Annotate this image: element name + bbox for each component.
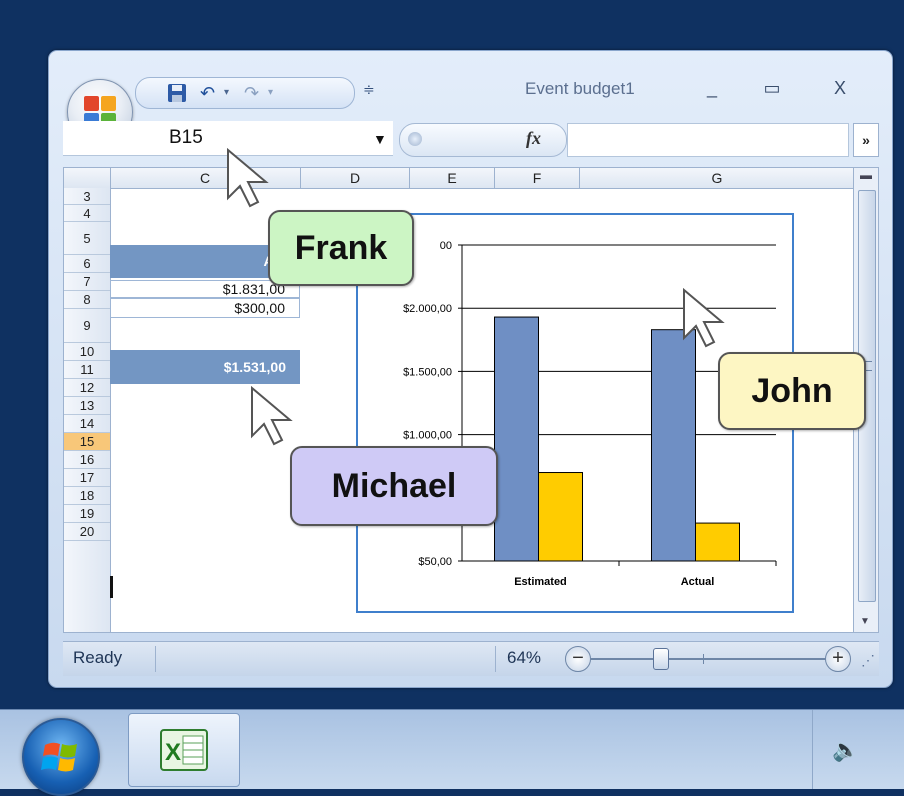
scroll-down-icon[interactable]: ▼: [860, 616, 870, 627]
chart-bar: [494, 316, 539, 562]
row-header[interactable]: 7: [64, 273, 110, 291]
row-header[interactable]: 12: [64, 379, 110, 397]
row-header[interactable]: 15: [64, 433, 110, 451]
active-cell-marker: [110, 576, 113, 598]
undo-icon[interactable]: ↶: [200, 82, 215, 104]
cell-c7[interactable]: $300,00: [110, 298, 300, 318]
column-header-e[interactable]: E: [410, 168, 495, 188]
close-button[interactable]: X: [825, 73, 855, 103]
formula-bar: B15 ▼ fx »: [63, 121, 879, 157]
collaborator-label-michael: Michael: [290, 446, 498, 526]
row-header[interactable]: 19: [64, 505, 110, 523]
row-header[interactable]: 3: [64, 188, 110, 205]
column-header-f[interactable]: F: [495, 168, 580, 188]
scroll-up-icon[interactable]: ▬: [856, 168, 876, 184]
name-box-value: B15: [169, 127, 203, 148]
status-text: Ready: [73, 648, 123, 667]
zoom-slider-thumb[interactable]: [653, 648, 669, 670]
row-header[interactable]: 13: [64, 397, 110, 415]
column-headers: C D E F G: [64, 168, 854, 189]
expand-formula-bar-button[interactable]: »: [853, 123, 879, 157]
window-title: Event budget1: [525, 79, 635, 98]
row-header[interactable]: 6: [64, 255, 110, 273]
collaborator-label-frank: Frank: [268, 210, 414, 286]
windows-logo-icon: [41, 742, 77, 772]
customize-qat-icon[interactable]: ≑: [363, 81, 375, 98]
row-header[interactable]: 8: [64, 291, 110, 309]
redo-dropdown-icon[interactable]: ▾: [268, 82, 273, 104]
start-button[interactable]: [22, 718, 100, 796]
cell-c9[interactable]: $1.531,00: [110, 350, 300, 384]
maximize-button[interactable]: ▭: [757, 73, 787, 103]
column-header-d[interactable]: D: [301, 168, 410, 188]
chart-y-tick-label: 00: [440, 240, 452, 252]
row-header[interactable]: 11: [64, 361, 110, 379]
michael-cursor-icon: [251, 386, 293, 446]
chart-bar: [538, 472, 583, 562]
chart-category-label: Actual: [681, 576, 715, 588]
column-header-g[interactable]: G: [580, 168, 854, 188]
redo-icon[interactable]: ↷: [244, 82, 259, 104]
formula-tools: fx: [399, 123, 567, 157]
chart-y-tick-label: $1.000,00: [403, 430, 452, 442]
save-icon[interactable]: [166, 82, 188, 104]
insert-function-button[interactable]: fx: [526, 128, 541, 149]
row-header[interactable]: 5: [64, 222, 110, 255]
speaker-icon[interactable]: 🔈: [832, 737, 859, 763]
chart-y-tick-label: $2.000,00: [403, 303, 452, 315]
john-cursor-icon: [683, 288, 725, 348]
collaborator-label-john: John: [718, 352, 866, 430]
zoom-out-button[interactable]: −: [565, 646, 591, 672]
minimize-button[interactable]: _: [697, 73, 727, 103]
formula-input[interactable]: [567, 123, 849, 157]
frank-cursor-icon: [227, 148, 269, 208]
row-header[interactable]: 17: [64, 469, 110, 487]
row-header[interactable]: 9: [64, 309, 110, 343]
status-divider: [155, 646, 156, 672]
row-headers: 3 4 5 6 7 8 9 10 11 12 13 14 15 16 17 18 19 20: [64, 188, 111, 632]
zoom-center-tick: [703, 654, 704, 664]
row-header[interactable]: 14: [64, 415, 110, 433]
row-header[interactable]: 4: [64, 205, 110, 222]
svg-text:X: X: [165, 739, 181, 766]
chart-y-tick-label: $1.500,00: [403, 366, 452, 378]
resize-grip-icon[interactable]: ⋰: [861, 652, 875, 669]
excel-icon: X: [160, 729, 208, 771]
zoom-slider-track[interactable]: [591, 658, 827, 660]
select-all-corner[interactable]: [64, 168, 111, 188]
quick-access-toolbar: ↶ ▾ ↷ ▾: [135, 77, 355, 109]
row-header[interactable]: 18: [64, 487, 110, 505]
taskbar: X 🔈: [0, 709, 904, 796]
undo-dropdown-icon[interactable]: ▾: [224, 82, 229, 104]
resize-handle-icon[interactable]: [408, 132, 422, 146]
row-header[interactable]: 16: [64, 451, 110, 469]
chart-bar: [695, 522, 740, 562]
chart-bar: [651, 329, 696, 562]
row-header[interactable]: 20: [64, 523, 110, 541]
taskbar-excel-button[interactable]: X: [128, 713, 240, 787]
status-bar: Ready 64% − + ⋰: [63, 641, 879, 676]
chevron-down-icon[interactable]: ▼: [373, 131, 387, 147]
chart-y-tick-label: $50,00: [418, 556, 452, 568]
zoom-in-button[interactable]: +: [825, 646, 851, 672]
chart-category-label: Estimated: [514, 576, 567, 588]
row-header[interactable]: 10: [64, 343, 110, 361]
status-divider-2: [495, 646, 496, 672]
tray-divider: [812, 710, 813, 789]
zoom-level[interactable]: 64%: [507, 648, 541, 668]
